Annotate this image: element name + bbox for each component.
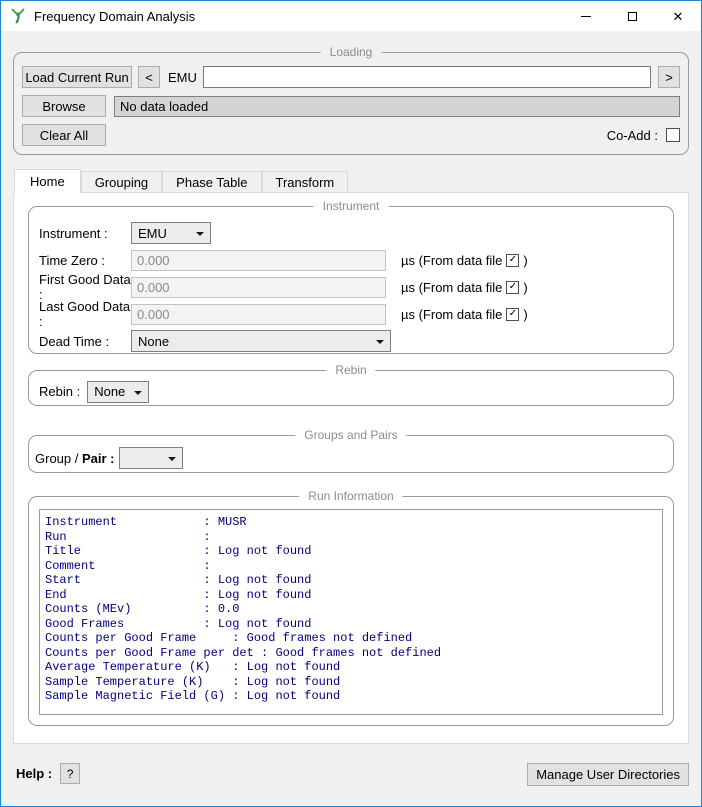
window-title: Frequency Domain Analysis: [34, 9, 195, 24]
paren-close-label: ): [523, 307, 527, 322]
instrument-label: Instrument :: [39, 226, 131, 241]
clear-all-button[interactable]: Clear All: [22, 124, 106, 146]
chevron-down-icon: [196, 232, 204, 236]
group-pair-label: Group / Pair :: [35, 451, 114, 466]
runinfo-line: Counts per Good Frame per det : Good fra…: [45, 646, 662, 661]
chevron-down-icon: [168, 457, 176, 461]
help-label: Help :: [16, 763, 52, 784]
runinfo-line: Comment :: [45, 559, 662, 574]
loading-row-run: Load Current Run < EMU >: [22, 66, 680, 88]
tab-grouping[interactable]: Grouping: [81, 171, 162, 192]
chevron-down-icon: [376, 340, 384, 344]
run-information-groupbox: Run Information Instrument : MUSR Run : …: [28, 496, 674, 726]
runinfo-line: Instrument : MUSR: [45, 515, 662, 530]
instrument-groupbox: Instrument Instrument : EMU Time Zero : …: [28, 206, 674, 354]
title-bar: Frequency Domain Analysis ✕: [1, 1, 701, 31]
dead-time-selected-value: None: [138, 334, 169, 349]
run-number-input[interactable]: [203, 66, 651, 88]
from-data-file-label: µs (From data file: [401, 307, 502, 322]
groups-pairs-groupbox: Groups and Pairs Group / Pair :: [28, 435, 674, 473]
instrument-prefix-label: EMU: [168, 70, 197, 85]
runinfo-line: Good Frames : Log not found: [45, 617, 662, 632]
loading-legend: Loading: [321, 45, 382, 59]
previous-run-button[interactable]: <: [138, 66, 160, 88]
load-status-field: No data loaded: [114, 96, 680, 117]
help-button[interactable]: ?: [60, 763, 80, 784]
loading-row-clear: Clear All Co-Add :: [22, 124, 680, 146]
groups-pairs-legend: Groups and Pairs: [295, 428, 406, 442]
minimize-icon: [581, 16, 591, 17]
instrument-legend: Instrument: [314, 199, 389, 213]
group-pair-label-normal: Group /: [35, 451, 82, 466]
footer-bar: Help : ? Manage User Directories: [1, 744, 701, 806]
runinfo-line: Title : Log not found: [45, 544, 662, 559]
loading-groupbox: Loading Load Current Run < EMU > Browse …: [13, 52, 689, 155]
runinfo-line: Run :: [45, 530, 662, 545]
manage-user-directories-button[interactable]: Manage User Directories: [527, 763, 689, 786]
first-good-data-field: 0.000: [131, 277, 386, 298]
time-zero-row: Time Zero : 0.000 µs (From data file ✓ ): [39, 249, 663, 271]
chevron-down-icon: [134, 391, 142, 395]
tab-home[interactable]: Home: [14, 169, 81, 193]
runinfo-line: Start : Log not found: [45, 573, 662, 588]
last-good-data-label: Last Good Data :: [39, 299, 131, 329]
group-pair-select[interactable]: [119, 447, 183, 469]
runinfo-line: Counts (MEv) : 0.0: [45, 602, 662, 617]
last-good-data-field: 0.000: [131, 304, 386, 325]
group-pair-label-bold: Pair :: [82, 451, 115, 466]
app-window: Frequency Domain Analysis ✕ Loading Load…: [0, 0, 702, 807]
tab-phase-table[interactable]: Phase Table: [162, 171, 261, 192]
last-good-data-row: Last Good Data : 0.000 µs (From data fil…: [39, 303, 663, 325]
instrument-row: Instrument : EMU: [39, 222, 663, 244]
runinfo-line: Average Temperature (K) : Log not found: [45, 660, 662, 675]
time-zero-label: Time Zero :: [39, 253, 131, 268]
from-data-file-label: µs (From data file: [401, 280, 502, 295]
maximize-button[interactable]: [609, 1, 655, 31]
next-run-button[interactable]: >: [658, 66, 680, 88]
rebin-label: Rebin :: [39, 384, 80, 399]
first-good-data-from-file-checkbox[interactable]: ✓: [506, 281, 519, 294]
dead-time-row: Dead Time : None: [39, 330, 663, 352]
rebin-select[interactable]: None: [87, 381, 149, 403]
close-button[interactable]: ✕: [655, 1, 701, 31]
rebin-legend: Rebin: [326, 363, 375, 377]
first-good-data-unit: µs (From data file ✓ ): [401, 280, 528, 295]
runinfo-line: End : Log not found: [45, 588, 662, 603]
home-tab-panel: Instrument Instrument : EMU Time Zero : …: [13, 192, 689, 744]
window-controls: ✕: [563, 1, 701, 31]
browse-button[interactable]: Browse: [22, 95, 106, 117]
coadd-label: Co-Add :: [607, 128, 658, 143]
rebin-groupbox: Rebin Rebin : None: [28, 370, 674, 406]
tab-transform[interactable]: Transform: [262, 171, 349, 192]
mantid-logo-icon: [10, 8, 26, 24]
coadd-checkbox[interactable]: [666, 128, 680, 142]
runinfo-line: Sample Magnetic Field (G) : Log not foun…: [45, 689, 662, 704]
tab-bar: Home Grouping Phase Table Transform: [14, 169, 689, 192]
minimize-button[interactable]: [563, 1, 609, 31]
from-data-file-label: µs (From data file: [401, 253, 502, 268]
first-good-data-label: First Good Data :: [39, 272, 131, 302]
runinfo-line: Counts per Good Frame : Good frames not …: [45, 631, 662, 646]
time-zero-unit: µs (From data file ✓ ): [401, 253, 528, 268]
paren-close-label: ): [523, 280, 527, 295]
last-good-data-from-file-checkbox[interactable]: ✓: [506, 308, 519, 321]
instrument-select[interactable]: EMU: [131, 222, 211, 244]
first-good-data-row: First Good Data : 0.000 µs (From data fi…: [39, 276, 663, 298]
maximize-icon: [628, 12, 637, 21]
run-information-text-area[interactable]: Instrument : MUSR Run : Title : Log not …: [39, 509, 663, 715]
last-good-data-unit: µs (From data file ✓ ): [401, 307, 528, 322]
runinfo-line: Sample Temperature (K) : Log not found: [45, 675, 662, 690]
loading-row-browse: Browse No data loaded: [22, 95, 680, 117]
close-icon: ✕: [673, 10, 684, 23]
run-information-legend: Run Information: [299, 489, 402, 503]
rebin-selected-value: None: [94, 384, 125, 399]
load-current-run-button[interactable]: Load Current Run: [22, 66, 132, 88]
dead-time-select[interactable]: None: [131, 330, 391, 352]
instrument-selected-value: EMU: [138, 226, 167, 241]
time-zero-field: 0.000: [131, 250, 386, 271]
time-zero-from-file-checkbox[interactable]: ✓: [506, 254, 519, 267]
paren-close-label: ): [523, 253, 527, 268]
dead-time-label: Dead Time :: [39, 334, 131, 349]
